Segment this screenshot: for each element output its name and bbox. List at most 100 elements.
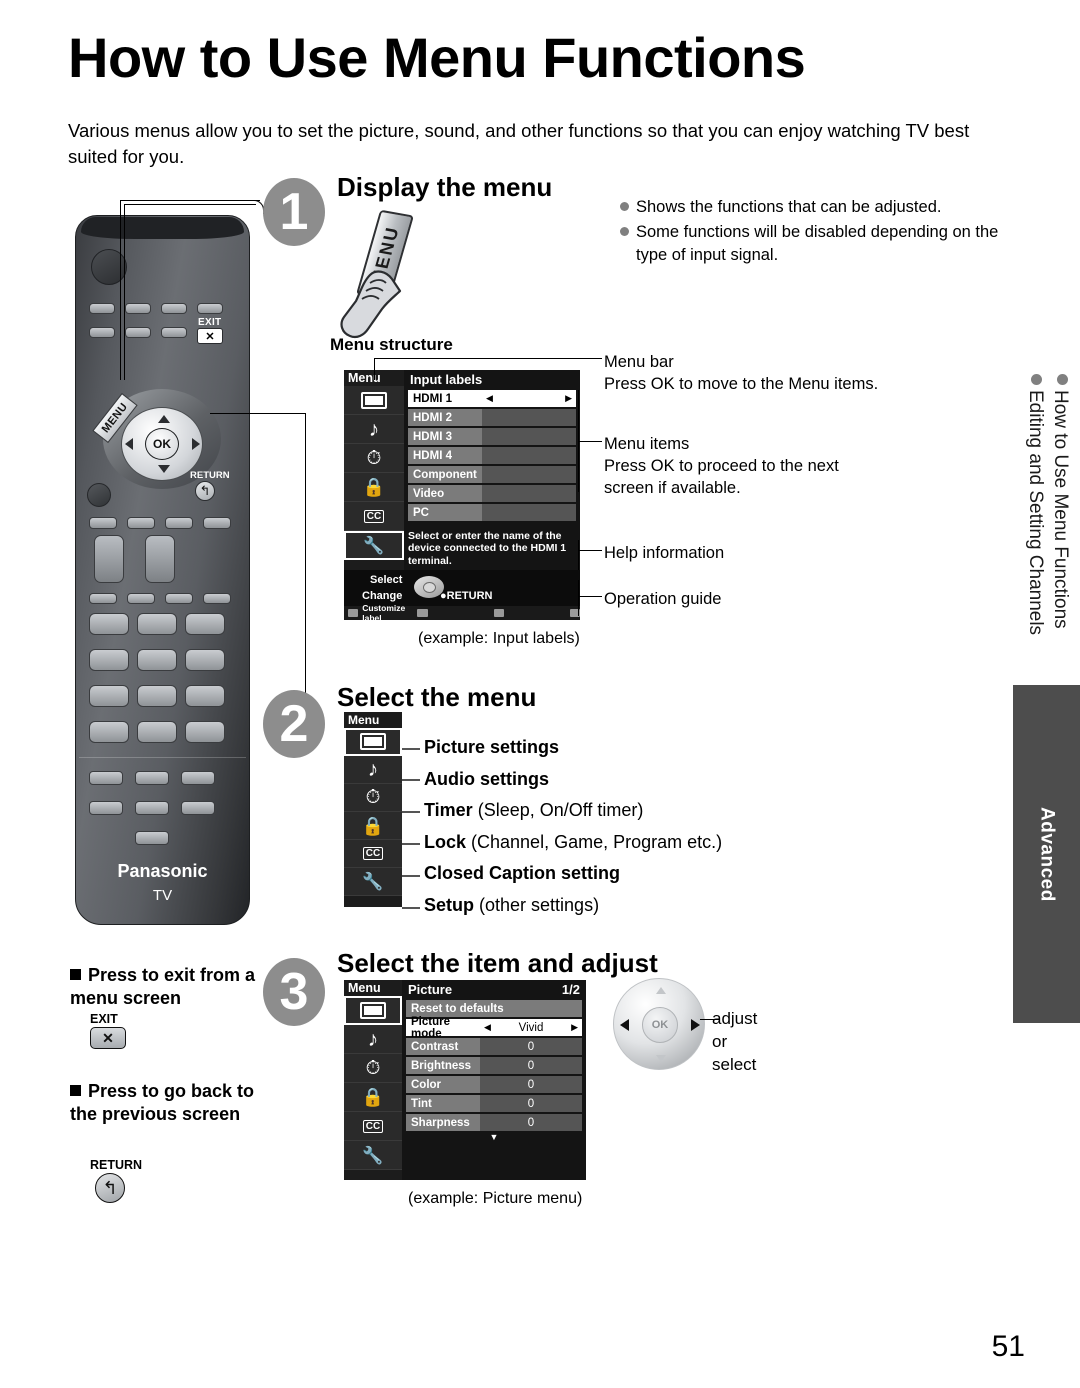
osd-row[interactable]: Video <box>408 485 576 502</box>
osd-row-value <box>482 466 576 483</box>
annotation-title: Menu items <box>604 435 690 453</box>
osd-icon-picture[interactable] <box>344 386 404 415</box>
picture-icon <box>360 1001 386 1019</box>
step-1-circle: 1 <box>263 178 325 246</box>
remote-button <box>89 517 117 529</box>
osd3-icon-closed-caption[interactable]: CC <box>344 1112 402 1141</box>
remote-exit-label: EXIT <box>198 317 222 328</box>
osd3-icon-audio[interactable]: ♪ <box>344 1025 402 1054</box>
annotation-title: Menu bar <box>604 353 674 371</box>
osd3-row-tint[interactable]: Tint 0 <box>406 1095 582 1112</box>
osd-row[interactable]: HDMI 4 <box>408 447 576 464</box>
remote-seam <box>79 757 246 758</box>
bullet-dot-icon <box>1031 374 1042 385</box>
osd-row-label: Brightness <box>406 1057 480 1074</box>
osd-icon-audio[interactable]: ♪ <box>344 415 404 444</box>
osd3-row-reset[interactable]: Reset to defaults <box>406 1000 582 1017</box>
bullet-dot-icon <box>1057 374 1068 385</box>
menu-button-press-illustration: MENU <box>330 205 460 345</box>
osd2-icon-closed-caption[interactable]: CC <box>344 840 402 868</box>
navpad-right-icon <box>691 1019 700 1031</box>
osd-icon-closed-caption[interactable]: CC <box>344 502 404 531</box>
step-3-heading: Select the item and adjust <box>337 948 658 978</box>
osd-panel-title: Input labels <box>404 370 580 390</box>
remote-number-key <box>185 649 225 671</box>
osd-row[interactable]: HDMI 2 <box>408 409 576 426</box>
color-button-green-icon <box>417 609 428 617</box>
lock-icon: 🔒 <box>361 815 385 836</box>
osd2-icon-lock[interactable]: 🔒 <box>344 812 402 840</box>
osd2-icon-timer[interactable]: ⏱ <box>344 784 402 812</box>
osd-row[interactable]: HDMI 1 ◀ ▶ <box>408 390 576 407</box>
navpad-up-icon <box>656 987 666 994</box>
navpad-ok-button: OK <box>642 1007 678 1043</box>
remote-number-key <box>89 613 129 635</box>
osd3-icon-lock[interactable]: 🔒 <box>344 1083 402 1112</box>
osd-operation-guide: Select Change ●RETURN Customize label <box>344 570 581 623</box>
osd-input-labels-screenshot: Menu ♪ ⏱ 🔒 CC 🔧 Input labels HDMI 1 ◀ ▶ H… <box>344 370 581 623</box>
note-exit-text: Press to exit from a menu screen <box>70 965 256 1009</box>
osd3-icon-timer[interactable]: ⏱ <box>344 1054 402 1083</box>
dpad-down-icon <box>158 465 170 473</box>
note-exit-instruction: Press to exit from a menu screen <box>70 964 265 1010</box>
remote-brand: Panasonic <box>117 861 208 881</box>
osd-icon-timer[interactable]: ⏱ <box>344 444 404 473</box>
remote-button <box>89 771 123 785</box>
leader-line-menu-bar-down <box>374 358 375 380</box>
step-1-notes: Shows the functions that can be adjusted… <box>620 196 1010 269</box>
remote-button <box>203 517 231 529</box>
note-text: Shows the functions that can be adjusted… <box>636 198 942 216</box>
leader-line-help <box>578 550 602 551</box>
setup-wrench-icon: 🔧 <box>363 535 385 555</box>
audio-note-icon: ♪ <box>368 417 380 441</box>
step2-item-bold: Lock <box>424 832 467 852</box>
annotation-menu-bar: Menu bar Press OK to move to the Menu it… <box>604 352 878 396</box>
leader-line <box>402 779 420 781</box>
navpad-left-icon <box>620 1019 629 1031</box>
osd2-icon-audio[interactable]: ♪ <box>344 756 402 784</box>
osd3-icon-setup[interactable]: 🔧 <box>344 1141 402 1170</box>
osd3-row-sharpness[interactable]: Sharpness 0 <box>406 1114 582 1131</box>
dpad-ok-button: OK <box>145 428 179 460</box>
osd2-icon-setup[interactable]: 🔧 <box>344 868 402 896</box>
sidebar-tab-advanced[interactable]: Advanced <box>1013 685 1080 1023</box>
exit-key-icon: ✕ <box>90 1027 126 1049</box>
osd-row-label: PC <box>408 504 482 521</box>
osd-row-value <box>482 504 576 521</box>
step-3-circle: 3 <box>263 958 325 1026</box>
osd-row-label: Color <box>406 1076 480 1093</box>
osd3-row-contrast[interactable]: Contrast 0 <box>406 1038 582 1055</box>
osd-row[interactable]: HDMI 3 <box>408 428 576 445</box>
osd-icon-setup[interactable]: 🔧 <box>344 531 404 560</box>
osd3-icon-picture[interactable] <box>344 996 402 1025</box>
leader-line <box>402 843 420 845</box>
remote-button <box>181 801 215 815</box>
osd-row-value <box>482 485 576 502</box>
connector-line <box>124 204 256 205</box>
osd-row-value: 0 <box>480 1038 582 1055</box>
osd-icon-lock[interactable]: 🔒 <box>344 473 404 502</box>
osd-picture-menu-screenshot: Menu ♪ ⏱ 🔒 CC 🔧 Picture 1/2 Reset to def… <box>344 980 586 1180</box>
osd-row[interactable]: Component <box>408 466 576 483</box>
step2-item-bold: Picture settings <box>424 737 560 757</box>
step2-item-picture: Picture settings <box>424 737 559 758</box>
note-text: Some functions will be disabled dependin… <box>636 223 999 264</box>
osd3-row-picture-mode[interactable]: Picture mode ◀ Vivid ▶ <box>406 1016 582 1040</box>
remote-number-key <box>137 685 177 707</box>
remote-channel-rocker <box>145 535 175 583</box>
osd-row[interactable]: PC <box>408 504 576 521</box>
step2-item-rest: (other settings) <box>474 895 600 915</box>
osd3-row-brightness[interactable]: Brightness 0 <box>406 1057 582 1074</box>
remote-button <box>135 801 169 815</box>
guide-change-label: Change <box>362 590 403 602</box>
osd3-row-color[interactable]: Color 0 <box>406 1076 582 1093</box>
osd2-icon-picture[interactable] <box>344 728 402 756</box>
osd3-menu-items: Picture 1/2 Reset to defaults Picture mo… <box>402 980 586 1180</box>
osd-row-value <box>482 447 576 464</box>
menu-structure-label: Menu structure <box>330 335 453 354</box>
osd3-page-indicator: 1/2 <box>561 982 580 997</box>
remote-number-key <box>185 613 225 635</box>
step2-item-bold: Audio settings <box>424 769 549 789</box>
osd3-panel-header: Picture 1/2 <box>402 980 586 1000</box>
sidebar-line-2: Editing and Setting Channels <box>1025 390 1046 636</box>
